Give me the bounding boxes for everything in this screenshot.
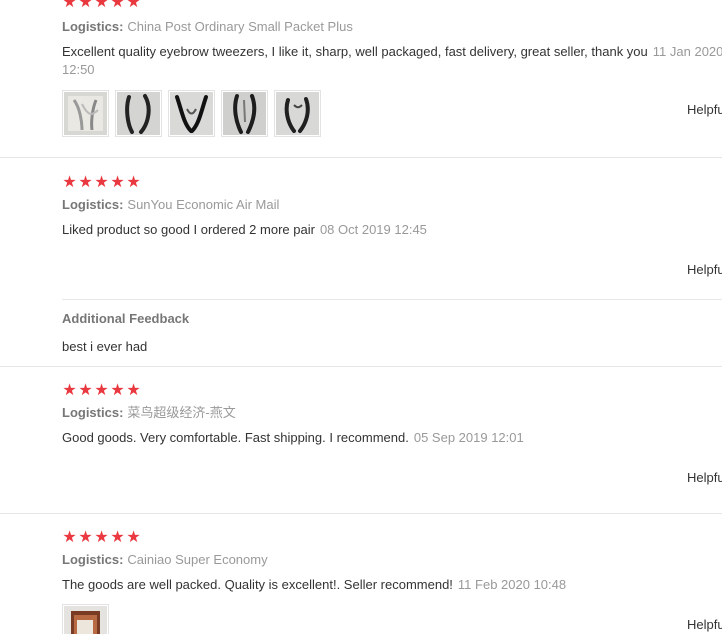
review-photo-thumbnail[interactable] [274,90,321,137]
star-icon: ★ [62,380,77,399]
logistics-value: Cainiao Super Economy [127,552,268,567]
star-icon: ★ [110,527,125,546]
tweezers-image [117,92,160,135]
review-date: 08 Oct 2019 12:45 [319,222,427,237]
reviews-page: ★ ★ ★ ★ ★ Logistics: China Post Ordinary … [0,0,722,634]
star-icon: ★ [126,527,141,546]
star-icon: ★ [110,380,125,399]
additional-feedback: Additional Feedback best i ever had [0,300,722,366]
logistics-value: SunYou Economic Air Mail [127,197,280,212]
logistics-label: Logistics: [62,197,124,212]
star-rating: ★ ★ ★ ★ ★ [62,382,141,398]
additional-feedback-text: best i ever had [62,339,148,354]
review-photo-thumbnail[interactable] [62,90,109,137]
review-comment: Liked product so good I ordered 2 more p… [62,221,722,239]
review-photo-thumbnail[interactable] [221,90,268,137]
review-comment: The goods are well packed. Quality is ex… [62,576,722,594]
logistics-info: Logistics: SunYou Economic Air Mail [62,196,279,214]
star-icon: ★ [62,172,77,191]
star-icon: ★ [94,172,109,191]
star-icon: ★ [126,172,141,191]
tweezers-image [223,92,266,135]
review-photo-thumbnail[interactable] [168,90,215,137]
review-comment: Excellent quality eyebrow tweezers, I li… [62,43,722,79]
review-date: 11 Feb 2020 10:48 [457,577,567,592]
review-card: ★ ★ ★ ★ ★ Logistics: Cainiao Super Econom… [0,514,722,634]
star-rating: ★ ★ ★ ★ ★ [62,0,141,10]
helpful-button[interactable]: Helpful? [687,101,722,119]
review-card: ★ ★ ★ ★ ★ Logistics: China Post Ordinary … [0,0,722,158]
review-photos [62,90,321,137]
star-icon: ★ [94,527,109,546]
star-icon: ★ [78,0,93,11]
review-text: Excellent quality eyebrow tweezers, I li… [62,44,648,59]
review-comment: Good goods. Very comfortable. Fast shipp… [62,429,722,447]
review-text: Liked product so good I ordered 2 more p… [62,222,315,237]
star-rating: ★ ★ ★ ★ ★ [62,529,141,545]
logistics-label: Logistics: [62,552,124,567]
star-icon: ★ [62,527,77,546]
helpful-button[interactable]: Helpful? [687,261,722,279]
star-rating: ★ ★ ★ ★ ★ [62,174,141,190]
tweezers-image [276,92,319,135]
star-icon: ★ [126,0,141,11]
star-icon: ★ [110,172,125,191]
review-card: ★ ★ ★ ★ ★ Logistics: 菜鸟超级经济-燕文 Good goods… [0,367,722,513]
tweezers-image [64,92,107,135]
star-icon: ★ [110,0,125,11]
review-date: 05 Sep 2019 12:01 [413,430,524,445]
logistics-value: 菜鸟超级经济-燕文 [127,405,236,420]
star-icon: ★ [78,380,93,399]
review-photos [62,604,109,634]
star-icon: ★ [94,0,109,11]
logistics-info: Logistics: China Post Ordinary Small Pack… [62,18,353,36]
review-photo-thumbnail[interactable] [115,90,162,137]
logistics-info: Logistics: 菜鸟超级经济-燕文 [62,404,236,422]
review-photo-thumbnail[interactable] [62,604,109,634]
star-icon: ★ [78,172,93,191]
review-card: ★ ★ ★ ★ ★ Logistics: SunYou Economic Air … [0,158,722,299]
additional-feedback-title: Additional Feedback [62,311,190,326]
package-image [64,606,107,634]
star-icon: ★ [126,380,141,399]
star-icon: ★ [62,0,77,11]
tweezers-image [170,92,213,135]
logistics-label: Logistics: [62,405,124,420]
review-text: The goods are well packed. Quality is ex… [62,577,453,592]
logistics-info: Logistics: Cainiao Super Economy [62,551,268,569]
star-icon: ★ [78,527,93,546]
logistics-value: China Post Ordinary Small Packet Plus [127,19,353,34]
star-icon: ★ [94,380,109,399]
helpful-button[interactable]: Helpful? [687,469,722,487]
logistics-label: Logistics: [62,19,124,34]
review-text: Good goods. Very comfortable. Fast shipp… [62,430,409,445]
helpful-button[interactable]: Helpful? [687,616,722,634]
